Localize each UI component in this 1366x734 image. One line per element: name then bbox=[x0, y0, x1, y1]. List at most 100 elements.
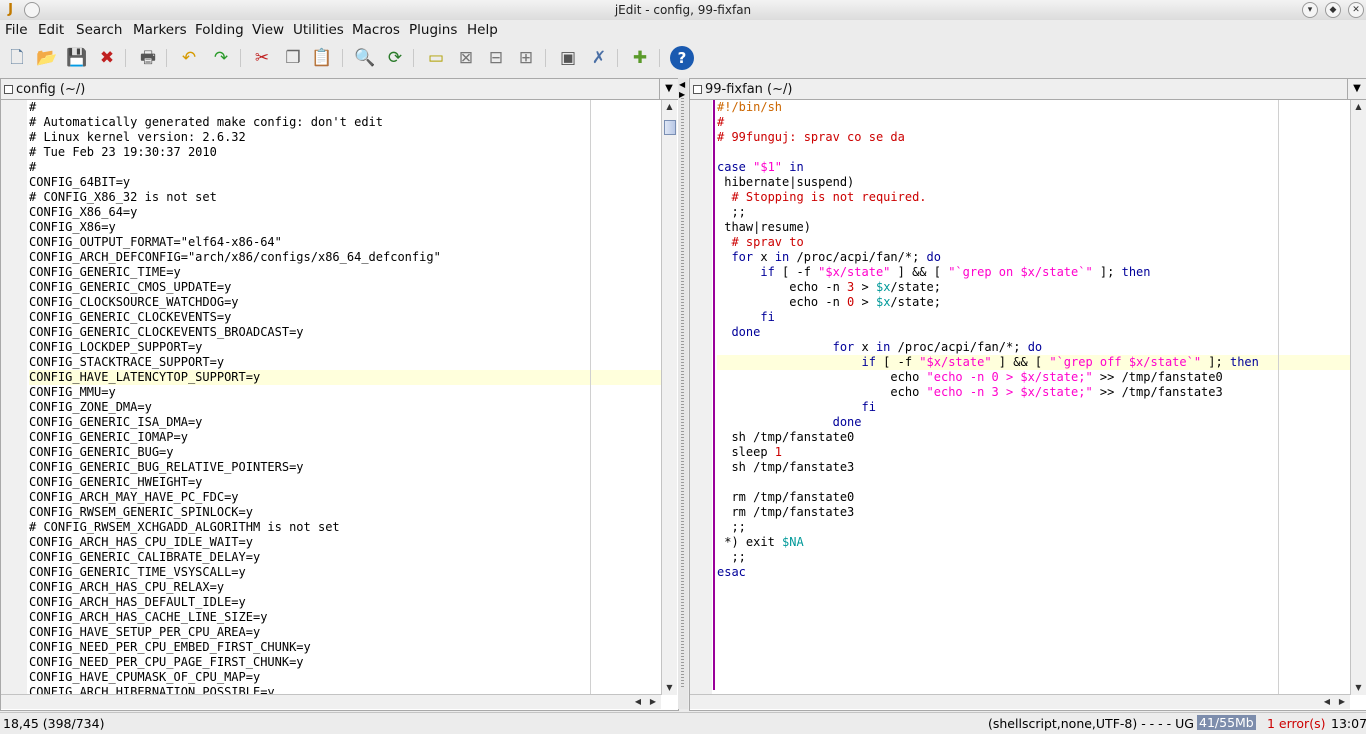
code-line[interactable]: CONFIG_ARCH_HAS_CPU_RELAX=y bbox=[29, 580, 661, 595]
maximize-icon[interactable]: ◆ bbox=[1325, 2, 1341, 18]
print-icon[interactable]: 🖶 bbox=[136, 46, 160, 70]
code-line[interactable]: ;; bbox=[717, 520, 1350, 535]
code-line[interactable]: echo -n 0 > $x/state; bbox=[717, 295, 1350, 310]
code-line[interactable]: CONFIG_GENERIC_ISA_DMA=y bbox=[29, 415, 661, 430]
code-line[interactable]: sh /tmp/fanstate0 bbox=[717, 430, 1350, 445]
tools-icon[interactable]: ✗ bbox=[587, 46, 611, 70]
scroll-down-icon[interactable]: ▼ bbox=[662, 681, 677, 695]
code-line[interactable]: ;; bbox=[717, 205, 1350, 220]
code-line[interactable]: # Automatically generated make config: d… bbox=[29, 115, 661, 130]
menu-edit[interactable]: Edit bbox=[38, 22, 64, 38]
code-line[interactable]: fi bbox=[717, 310, 1350, 325]
scroll-down-icon[interactable]: ▼ bbox=[1351, 681, 1366, 695]
code-line[interactable]: CONFIG_OUTPUT_FORMAT="elf64-x86-64" bbox=[29, 235, 661, 250]
splitter-grip[interactable] bbox=[681, 98, 684, 688]
code-line[interactable]: # 99funguj: sprav co se da bbox=[717, 130, 1350, 145]
code-line[interactable]: CONFIG_GENERIC_CLOCKEVENTS_BROADCAST=y bbox=[29, 325, 661, 340]
code-line[interactable]: sh /tmp/fanstate3 bbox=[717, 460, 1350, 475]
split-horizontal-icon[interactable]: ⊟ bbox=[484, 46, 508, 70]
code-line[interactable]: CONFIG_ZONE_DMA=y bbox=[29, 400, 661, 415]
new-file-icon[interactable]: 🗋 bbox=[5, 46, 29, 70]
code-line[interactable]: # Tue Feb 23 19:30:37 2010 bbox=[29, 145, 661, 160]
error-count[interactable]: 1 error(s) bbox=[1267, 716, 1325, 731]
find-icon[interactable]: 🔍 bbox=[353, 46, 377, 70]
code-line[interactable]: hibernate|suspend) bbox=[717, 175, 1350, 190]
save-file-icon[interactable]: 💾 bbox=[65, 46, 89, 70]
code-line[interactable]: # CONFIG_X86_32 is not set bbox=[29, 190, 661, 205]
split-vertical-icon[interactable]: ⊞ bbox=[514, 46, 538, 70]
caret-position[interactable]: 18,45 (398/734) bbox=[3, 716, 104, 731]
code-line[interactable]: # Linux kernel version: 2.6.32 bbox=[29, 130, 661, 145]
code-line[interactable]: CONFIG_GENERIC_IOMAP=y bbox=[29, 430, 661, 445]
code-line[interactable]: thaw|resume) bbox=[717, 220, 1350, 235]
global-options-icon[interactable]: ▣ bbox=[556, 46, 580, 70]
code-line[interactable]: CONFIG_HAVE_SETUP_PER_CPU_AREA=y bbox=[29, 625, 661, 640]
code-line[interactable]: CONFIG_ARCH_HAS_DEFAULT_IDLE=y bbox=[29, 595, 661, 610]
cut-icon[interactable]: ✂ bbox=[250, 46, 274, 70]
find-next-icon[interactable]: ⟳ bbox=[383, 46, 407, 70]
code-line[interactable]: CONFIG_X86=y bbox=[29, 220, 661, 235]
code-line[interactable]: echo "echo -n 0 > $x/state;" >> /tmp/fan… bbox=[717, 370, 1350, 385]
menu-markers[interactable]: Markers bbox=[133, 22, 187, 38]
minimize-icon[interactable]: ▾ bbox=[1302, 2, 1318, 18]
code-line[interactable]: CONFIG_GENERIC_TIME=y bbox=[29, 265, 661, 280]
menu-macros[interactable]: Macros bbox=[352, 22, 400, 38]
code-line[interactable]: fi bbox=[717, 400, 1350, 415]
split-pane-divider[interactable]: ◀ ▶ bbox=[678, 78, 688, 709]
code-line[interactable]: CONFIG_GENERIC_CALIBRATE_DELAY=y bbox=[29, 550, 661, 565]
code-line[interactable]: # sprav to bbox=[717, 235, 1350, 250]
code-line[interactable]: CONFIG_ARCH_HAS_CACHE_LINE_SIZE=y bbox=[29, 610, 661, 625]
code-line[interactable]: CONFIG_MMU=y bbox=[29, 385, 661, 400]
scroll-up-icon[interactable]: ▲ bbox=[662, 100, 677, 114]
scroll-left-icon[interactable]: ◀ bbox=[1320, 695, 1334, 709]
code-line[interactable]: CONFIG_LOCKDEP_SUPPORT=y bbox=[29, 340, 661, 355]
code-line[interactable]: # Stopping is not required. bbox=[717, 190, 1350, 205]
scroll-thumb[interactable] bbox=[664, 119, 676, 136]
code-line[interactable]: CONFIG_CLOCKSOURCE_WATCHDOG=y bbox=[29, 295, 661, 310]
left-vertical-scrollbar[interactable]: ▲ ▼ bbox=[661, 100, 677, 695]
code-line[interactable]: sleep 1 bbox=[717, 445, 1350, 460]
right-buffer-switcher[interactable]: 99-fixfan (~/) ▼ bbox=[690, 79, 1366, 100]
code-line[interactable]: CONFIG_HAVE_LATENCYTOP_SUPPORT=y bbox=[29, 370, 661, 385]
paste-icon[interactable]: 📋 bbox=[310, 46, 334, 70]
code-line[interactable]: for x in /proc/acpi/fan/*; do bbox=[717, 250, 1350, 265]
code-line[interactable]: CONFIG_GENERIC_CMOS_UPDATE=y bbox=[29, 280, 661, 295]
right-text-area[interactable]: #!/bin/sh # # 99funguj: sprav co se da cas… bbox=[717, 100, 1350, 695]
left-gutter[interactable] bbox=[1, 100, 27, 695]
menu-folding[interactable]: Folding bbox=[195, 22, 244, 38]
code-line[interactable] bbox=[717, 145, 1350, 160]
code-line[interactable]: echo "echo -n 3 > $x/state;" >> /tmp/fan… bbox=[717, 385, 1350, 400]
code-line[interactable]: CONFIG_ARCH_MAY_HAVE_PC_FDC=y bbox=[29, 490, 661, 505]
code-line[interactable]: CONFIG_RWSEM_GENERIC_SPINLOCK=y bbox=[29, 505, 661, 520]
collapse-left-icon[interactable]: ◀ bbox=[679, 80, 685, 89]
code-line[interactable]: done bbox=[717, 325, 1350, 340]
code-line[interactable]: CONFIG_NEED_PER_CPU_EMBED_FIRST_CHUNK=y bbox=[29, 640, 661, 655]
code-line[interactable]: CONFIG_GENERIC_HWEIGHT=y bbox=[29, 475, 661, 490]
left-horizontal-scrollbar[interactable]: ◀ ▶ bbox=[1, 694, 661, 709]
code-line[interactable]: CONFIG_HAVE_CPUMASK_OF_CPU_MAP=y bbox=[29, 670, 661, 685]
code-line[interactable]: echo -n 3 > $x/state; bbox=[717, 280, 1350, 295]
code-line[interactable]: CONFIG_GENERIC_BUG=y bbox=[29, 445, 661, 460]
code-line[interactable]: *) exit $NA bbox=[717, 535, 1350, 550]
new-view-icon[interactable]: ▭ bbox=[424, 46, 448, 70]
code-line[interactable]: CONFIG_GENERIC_BUG_RELATIVE_POINTERS=y bbox=[29, 460, 661, 475]
redo-icon[interactable]: ↷ bbox=[209, 46, 233, 70]
menu-view[interactable]: View bbox=[252, 22, 284, 38]
menu-search[interactable]: Search bbox=[76, 22, 122, 38]
open-file-icon[interactable]: 📂 bbox=[35, 46, 59, 70]
code-line[interactable]: # bbox=[717, 115, 1350, 130]
menu-utilities[interactable]: Utilities bbox=[293, 22, 344, 38]
left-buffer-switcher[interactable]: config (~/) ▼ bbox=[1, 79, 678, 100]
code-line[interactable]: case "$1" in bbox=[717, 160, 1350, 175]
menu-help[interactable]: Help bbox=[467, 22, 498, 38]
code-line[interactable]: CONFIG_NEED_PER_CPU_PAGE_FIRST_CHUNK=y bbox=[29, 655, 661, 670]
code-line[interactable]: CONFIG_ARCH_DEFCONFIG="arch/x86/configs/… bbox=[29, 250, 661, 265]
scroll-right-icon[interactable]: ▶ bbox=[646, 695, 660, 709]
code-line[interactable]: CONFIG_ARCH_HAS_CPU_IDLE_WAIT=y bbox=[29, 535, 661, 550]
code-line[interactable]: ;; bbox=[717, 550, 1350, 565]
unsplit-icon[interactable]: ⊠ bbox=[454, 46, 478, 70]
menu-plugins[interactable]: Plugins bbox=[409, 22, 457, 38]
code-line[interactable]: CONFIG_GENERIC_CLOCKEVENTS=y bbox=[29, 310, 661, 325]
help-icon[interactable]: ? bbox=[670, 46, 694, 70]
close-icon[interactable]: ✕ bbox=[1348, 2, 1364, 18]
